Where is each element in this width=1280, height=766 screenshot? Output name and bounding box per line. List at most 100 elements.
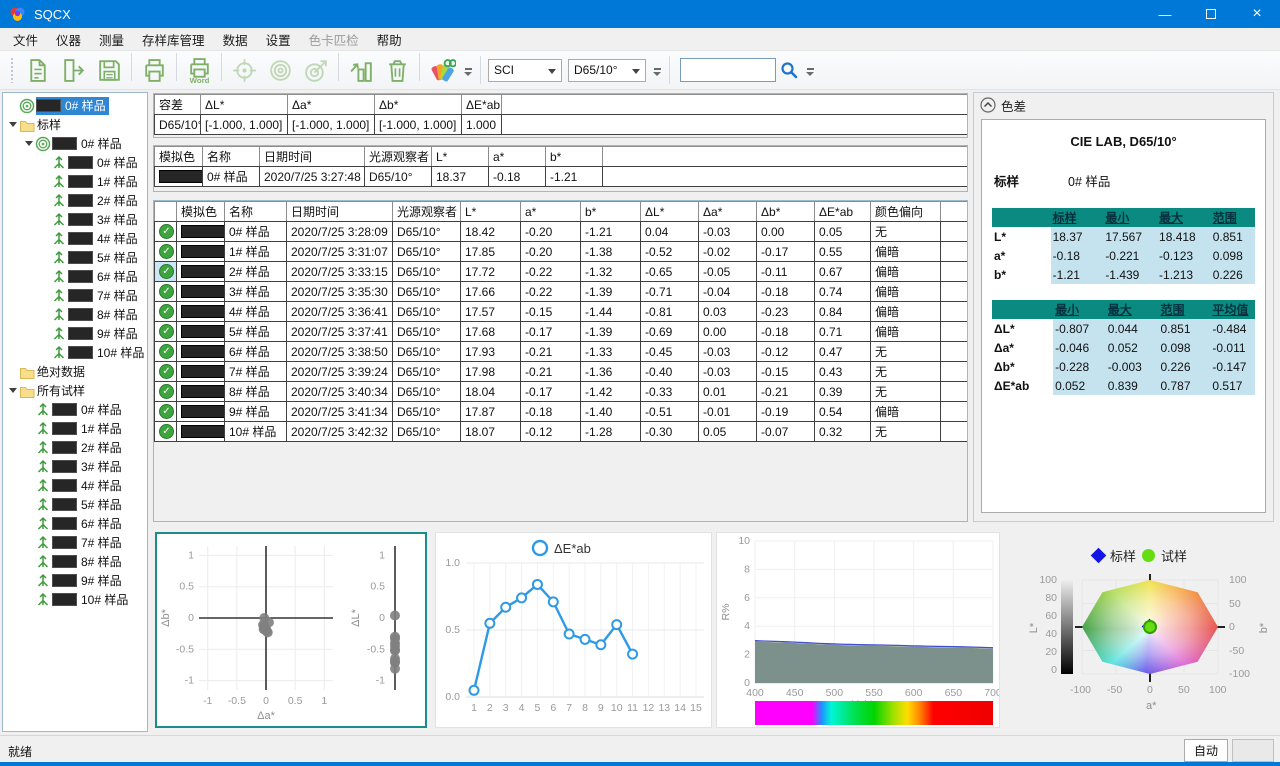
column-header[interactable]: 容差 — [155, 95, 201, 115]
table-row[interactable]: ✓3# 样品2020/7/25 3:35:30D65/10°17.66-0.22… — [155, 282, 968, 302]
search-input[interactable] — [680, 58, 776, 82]
column-header[interactable]: Δa* — [699, 202, 757, 222]
blank-button[interactable] — [1232, 739, 1274, 762]
print-word-button[interactable]: Word — [181, 53, 217, 87]
print-button[interactable] — [136, 53, 172, 87]
search-icon[interactable] — [776, 57, 802, 83]
column-header[interactable]: 名称 — [203, 147, 260, 167]
column-header[interactable]: 光源观察者 — [365, 147, 432, 167]
column-header[interactable]: b* — [581, 202, 641, 222]
column-header[interactable]: L* — [432, 147, 489, 167]
menu-item-测量[interactable]: 测量 — [90, 27, 133, 52]
table-row[interactable]: ✓5# 样品2020/7/25 3:37:41D65/10°17.68-0.17… — [155, 322, 968, 342]
illuminant-observer-select[interactable]: D65/10° — [568, 59, 646, 82]
color-match-button[interactable] — [424, 53, 460, 87]
menu-item-仪器[interactable]: 仪器 — [47, 27, 90, 52]
table-row[interactable]: ✓10# 样品2020/7/25 3:42:32D65/10°18.07-0.1… — [155, 422, 968, 442]
column-header[interactable] — [603, 147, 968, 167]
table-row[interactable]: ✓7# 样品2020/7/25 3:39:24D65/10°17.98-0.21… — [155, 362, 968, 382]
tree-item[interactable]: 3# 样品 — [3, 210, 147, 229]
column-header[interactable]: 模拟色 — [155, 147, 203, 167]
column-header[interactable]: Δa* — [288, 95, 375, 115]
tree-item[interactable]: 7# 样品 — [3, 533, 147, 552]
column-header[interactable]: L* — [461, 202, 521, 222]
tree-item[interactable]: 5# 样品 — [3, 248, 147, 267]
tree-item[interactable]: 绝对数据 — [3, 362, 147, 381]
measure-target-button[interactable] — [298, 53, 334, 87]
column-header[interactable]: 日期时间 — [260, 147, 365, 167]
tree-item[interactable]: 0# 样品 — [3, 134, 147, 153]
column-header[interactable]: 日期时间 — [287, 202, 393, 222]
delete-button[interactable] — [379, 53, 415, 87]
table-row[interactable]: ✓8# 样品2020/7/25 3:40:34D65/10°18.04-0.17… — [155, 382, 968, 402]
tree-item[interactable]: 10# 样品 — [3, 590, 147, 609]
toolbar-overflow-icon[interactable] — [651, 55, 663, 85]
table-row[interactable]: ✓2# 样品2020/7/25 3:33:15D65/10°17.72-0.22… — [155, 262, 968, 282]
menu-item-色卡匹检[interactable]: 色卡匹检 — [300, 27, 368, 52]
tree-item[interactable]: 0# 样品 — [3, 153, 147, 172]
tree-item[interactable]: 所有试样 — [3, 381, 147, 400]
tree-item[interactable]: 8# 样品 — [3, 552, 147, 571]
table-row[interactable]: ✓0# 样品2020/7/25 3:28:09D65/10°18.42-0.20… — [155, 222, 968, 242]
close-button[interactable]: × — [1234, 0, 1280, 28]
column-header[interactable]: 模拟色 — [177, 202, 225, 222]
tree-item[interactable]: 1# 样品 — [3, 172, 147, 191]
menu-item-设置[interactable]: 设置 — [257, 27, 300, 52]
column-header[interactable] — [941, 202, 968, 222]
table-row[interactable]: D65/10°[-1.000, 1.000][-1.000, 1.000][-1… — [155, 115, 968, 135]
menu-item-文件[interactable]: 文件 — [4, 27, 47, 52]
table-row[interactable]: ✓4# 样品2020/7/25 3:36:41D65/10°17.57-0.15… — [155, 302, 968, 322]
tree-item[interactable]: 2# 样品 — [3, 191, 147, 210]
calibrate-white-button[interactable] — [262, 53, 298, 87]
auto-button[interactable]: 自动 — [1184, 739, 1228, 762]
export-button[interactable] — [55, 53, 91, 87]
tree-item[interactable]: 4# 样品 — [3, 476, 147, 495]
column-header[interactable]: ΔL* — [641, 202, 699, 222]
expander-icon[interactable] — [7, 120, 19, 129]
tree-item[interactable]: 2# 样品 — [3, 438, 147, 457]
tree-item[interactable]: 9# 样品 — [3, 324, 147, 343]
tree-item[interactable]: 8# 样品 — [3, 305, 147, 324]
tree-item[interactable]: 0# 样品 — [3, 400, 147, 419]
tree-item[interactable]: 7# 样品 — [3, 286, 147, 305]
column-header[interactable]: 颜色偏向 — [871, 202, 941, 222]
tree-item[interactable]: 10# 样品 — [3, 343, 147, 362]
new-document-button[interactable] — [19, 53, 55, 87]
measure-mode-select[interactable]: SCI — [488, 59, 562, 82]
column-header[interactable]: 光源观察者 — [393, 202, 461, 222]
collapse-panel-icon[interactable] — [980, 97, 996, 113]
column-header[interactable]: Δb* — [757, 202, 815, 222]
table-row[interactable]: 0# 样品2020/7/25 3:27:48D65/10°18.37-0.18-… — [155, 167, 968, 187]
column-header[interactable]: ΔE*ab — [815, 202, 871, 222]
toolbar-overflow-icon[interactable] — [804, 55, 816, 85]
tree-item[interactable]: 4# 样品 — [3, 229, 147, 248]
expander-icon[interactable] — [23, 139, 35, 148]
tree-item[interactable]: 0# 样品 — [3, 96, 147, 115]
tree-item[interactable]: 3# 样品 — [3, 457, 147, 476]
tree-item[interactable]: 5# 样品 — [3, 495, 147, 514]
tree-item[interactable]: 6# 样品 — [3, 514, 147, 533]
column-header[interactable]: ΔE*ab — [462, 95, 502, 115]
save-button[interactable] — [91, 53, 127, 87]
column-header[interactable]: a* — [489, 147, 546, 167]
column-header[interactable]: b* — [546, 147, 603, 167]
column-header[interactable]: ΔL* — [201, 95, 288, 115]
tree-item[interactable]: 9# 样品 — [3, 571, 147, 590]
column-header[interactable]: Δb* — [375, 95, 462, 115]
table-row[interactable]: ✓1# 样品2020/7/25 3:31:07D65/10°17.85-0.20… — [155, 242, 968, 262]
menu-item-存样库管理[interactable]: 存样库管理 — [133, 27, 214, 52]
column-header[interactable] — [502, 95, 968, 115]
maximize-button[interactable] — [1188, 0, 1234, 28]
table-row[interactable]: ✓6# 样品2020/7/25 3:38:50D65/10°17.93-0.21… — [155, 342, 968, 362]
tree-item[interactable]: 6# 样品 — [3, 267, 147, 286]
tree-item[interactable]: 1# 样品 — [3, 419, 147, 438]
calibrate-black-button[interactable] — [226, 53, 262, 87]
column-header[interactable]: a* — [521, 202, 581, 222]
toolbar-overflow-icon[interactable] — [462, 55, 474, 85]
tree-item[interactable]: 标样 — [3, 115, 147, 134]
menu-item-数据[interactable]: 数据 — [214, 27, 257, 52]
expander-icon[interactable] — [7, 386, 19, 395]
menu-item-帮助[interactable]: 帮助 — [368, 27, 411, 52]
column-header[interactable] — [155, 202, 177, 222]
column-header[interactable]: 名称 — [225, 202, 287, 222]
